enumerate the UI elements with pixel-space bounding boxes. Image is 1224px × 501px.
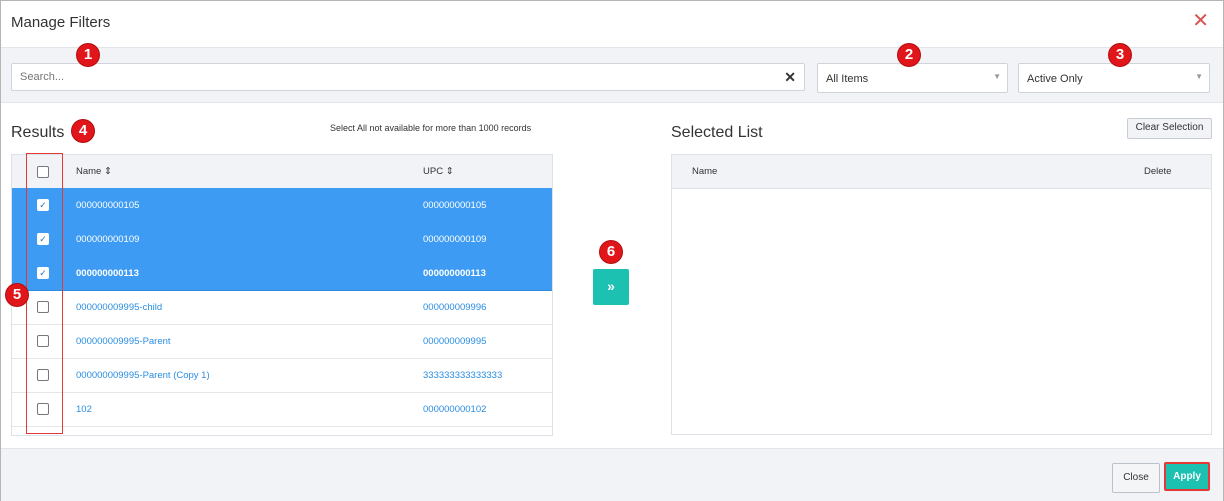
status-filter-value: Active Only: [1027, 73, 1083, 85]
row-upc[interactable]: 000000000113: [423, 268, 486, 279]
clear-selection-button[interactable]: Clear Selection: [1127, 118, 1212, 139]
row-checkbox[interactable]: [37, 301, 49, 313]
close-button[interactable]: Close: [1112, 463, 1160, 493]
dialog-footer: Close Apply: [1, 448, 1223, 501]
row-upc[interactable]: 000000000109: [423, 234, 486, 245]
filter-bar: ✕ All Items ▼ Active Only ▼: [1, 47, 1223, 103]
row-checkbox[interactable]: ✓: [37, 267, 49, 279]
row-upc[interactable]: 000000009995: [423, 336, 486, 347]
table-row[interactable]: 000000009995-child 000000009996: [12, 290, 552, 325]
row-upc[interactable]: 333333333333333: [423, 370, 502, 381]
results-table-header: Name ⇕ UPC ⇕: [12, 155, 552, 189]
row-name[interactable]: 000000009995-child: [76, 302, 162, 313]
row-checkbox[interactable]: ✓: [37, 233, 49, 245]
items-filter-select[interactable]: All Items ▼: [817, 63, 1008, 93]
status-filter-select[interactable]: Active Only ▼: [1018, 63, 1210, 93]
results-table: Name ⇕ UPC ⇕ ✓ 000000000105 000000000105 ✓ 0…: [11, 154, 553, 436]
annotation-badge-3: 3: [1109, 44, 1131, 66]
sort-icon: ⇕: [103, 166, 112, 177]
sort-icon: ⇕: [445, 166, 454, 177]
column-header-upc[interactable]: UPC ⇕: [423, 166, 454, 177]
row-checkbox[interactable]: ✓: [37, 199, 49, 211]
results-title: Results: [11, 124, 65, 141]
move-to-selected-button[interactable]: »: [593, 269, 629, 305]
row-name[interactable]: 000000009995-Parent (Copy 1): [76, 370, 210, 381]
table-row[interactable]: ✓ 000000000113 000000000113: [12, 256, 552, 291]
selected-list-header: Name Delete: [672, 155, 1211, 189]
row-upc[interactable]: 000000009996: [423, 302, 486, 313]
table-row[interactable]: 102 000000000102: [12, 392, 552, 427]
selected-list-table: Name Delete: [671, 154, 1212, 435]
search-box: ✕: [11, 63, 805, 91]
annotation-badge-4: 4: [72, 120, 94, 142]
chevron-down-icon: ▼: [993, 72, 1001, 81]
clear-search-icon[interactable]: ✕: [784, 69, 796, 86]
row-checkbox[interactable]: [37, 403, 49, 415]
apply-button[interactable]: Apply: [1164, 462, 1210, 491]
column-header-upc-label: UPC: [423, 166, 444, 177]
dialog-title: Manage Filters: [11, 14, 111, 31]
table-row[interactable]: ✓ 000000000109 000000000109: [12, 222, 552, 257]
select-all-note: Select All not available for more than 1…: [330, 123, 532, 133]
selected-column-name: Name: [692, 166, 718, 177]
table-row[interactable]: ✓ 000000000105 000000000105: [12, 188, 552, 223]
chevron-down-icon: ▼: [1195, 72, 1203, 81]
row-upc[interactable]: 000000000102: [423, 404, 486, 415]
select-all-checkbox[interactable]: [37, 166, 49, 178]
row-checkbox[interactable]: [37, 369, 49, 381]
row-checkbox[interactable]: [37, 335, 49, 347]
selected-list-title: Selected List: [671, 124, 763, 141]
row-name[interactable]: 000000000113: [76, 268, 139, 279]
row-upc[interactable]: 000000000105: [423, 200, 486, 211]
row-name[interactable]: 000000000105: [76, 200, 139, 211]
column-header-name-label: Name: [76, 166, 102, 177]
row-name[interactable]: 000000009995-Parent: [76, 336, 171, 347]
items-filter-value: All Items: [826, 73, 869, 85]
table-row[interactable]: 000000009995-Parent 000000009995: [12, 324, 552, 359]
row-name[interactable]: 102: [76, 404, 92, 415]
selected-column-delete: Delete: [1144, 166, 1172, 177]
table-row[interactable]: 000000009995-Parent (Copy 1) 333333333333…: [12, 358, 552, 393]
annotation-badge-6: 6: [600, 241, 622, 263]
close-icon[interactable]: ✕: [1192, 11, 1209, 31]
annotation-badge-1: 1: [77, 44, 99, 66]
search-input[interactable]: [12, 64, 788, 90]
annotation-badge-5: 5: [6, 284, 28, 306]
column-header-name[interactable]: Name ⇕: [76, 166, 112, 177]
row-name[interactable]: 000000000109: [76, 234, 139, 245]
annotation-badge-2: 2: [898, 44, 920, 66]
manage-filters-dialog: Manage Filters ✕ ✕ All Items ▼ Active On…: [0, 0, 1224, 501]
